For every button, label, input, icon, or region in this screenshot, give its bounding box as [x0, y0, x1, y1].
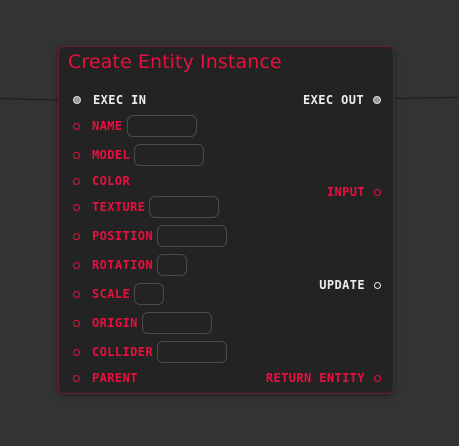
node-title: Create Entity Instance [68, 51, 282, 73]
rotation-pin[interactable] [73, 261, 80, 269]
origin-pin-row: ORIGIN [73, 312, 212, 334]
name-input[interactable] [126, 115, 197, 137]
color-label: COLOR [92, 174, 131, 188]
model-input[interactable] [134, 144, 205, 166]
rotation-label: ROTATION [92, 258, 153, 272]
name-label: NAME [92, 119, 123, 133]
rotation-input[interactable] [157, 254, 187, 276]
exec-in-label: EXEC IN [93, 93, 147, 107]
scale-input[interactable] [134, 283, 165, 305]
texture-input[interactable] [149, 196, 220, 218]
origin-input[interactable] [141, 312, 212, 334]
exec-out-pin-row: EXEC OUT [303, 90, 381, 110]
return-entity-pin[interactable] [374, 374, 381, 382]
return-entity-label: RETURN ENTITY [265, 371, 365, 385]
collider-pin-row: COLLIDER [73, 341, 227, 363]
exec-out-label: EXEC OUT [303, 93, 364, 107]
exec-out-pin[interactable] [373, 96, 381, 104]
model-label: MODEL [92, 148, 131, 162]
model-pin-row: MODEL [73, 144, 205, 166]
origin-pin[interactable] [73, 319, 80, 327]
scale-label: SCALE [92, 287, 131, 301]
input-output-pin[interactable] [374, 188, 381, 196]
color-pin[interactable] [73, 177, 80, 185]
exec-in-pin[interactable] [73, 96, 81, 104]
collider-input[interactable] [157, 341, 227, 363]
parent-pin[interactable] [73, 374, 80, 382]
scale-pin[interactable] [73, 290, 80, 298]
scale-pin-row: SCALE [73, 283, 165, 305]
position-label: POSITION [92, 229, 153, 243]
input-output-label: INPUT [326, 185, 365, 199]
name-pin-row: NAME [73, 115, 197, 137]
update-pin-row: UPDATE [319, 275, 381, 295]
rotation-pin-row: ROTATION [73, 254, 187, 276]
exec-in-pin-row: EXEC IN [73, 90, 146, 110]
collider-label: COLLIDER [92, 345, 153, 359]
return-entity-pin-row: RETURN ENTITY [266, 368, 381, 388]
position-pin[interactable] [73, 232, 80, 240]
texture-pin-row: TEXTURE [73, 196, 220, 218]
name-pin[interactable] [73, 122, 80, 130]
model-pin[interactable] [73, 151, 80, 159]
exec-in-connection-wire[interactable] [0, 98, 60, 101]
position-pin-row: POSITION [73, 225, 227, 247]
update-label: UPDATE [319, 278, 365, 292]
graph-canvas[interactable]: Create Entity Instance EXEC IN NAME MODE… [0, 0, 459, 446]
collider-pin[interactable] [73, 348, 80, 356]
parent-pin-row: PARENT [73, 368, 138, 388]
position-input[interactable] [157, 225, 227, 247]
color-pin-row: COLOR [73, 171, 130, 191]
update-pin[interactable] [374, 281, 381, 289]
texture-pin[interactable] [73, 203, 80, 211]
texture-label: TEXTURE [92, 200, 146, 214]
create-entity-instance-node[interactable]: Create Entity Instance EXEC IN NAME MODE… [58, 46, 394, 394]
exec-out-connection-wire[interactable] [395, 96, 459, 99]
origin-label: ORIGIN [92, 316, 138, 330]
input-output-pin-row: INPUT [327, 182, 381, 202]
parent-label: PARENT [92, 371, 138, 385]
